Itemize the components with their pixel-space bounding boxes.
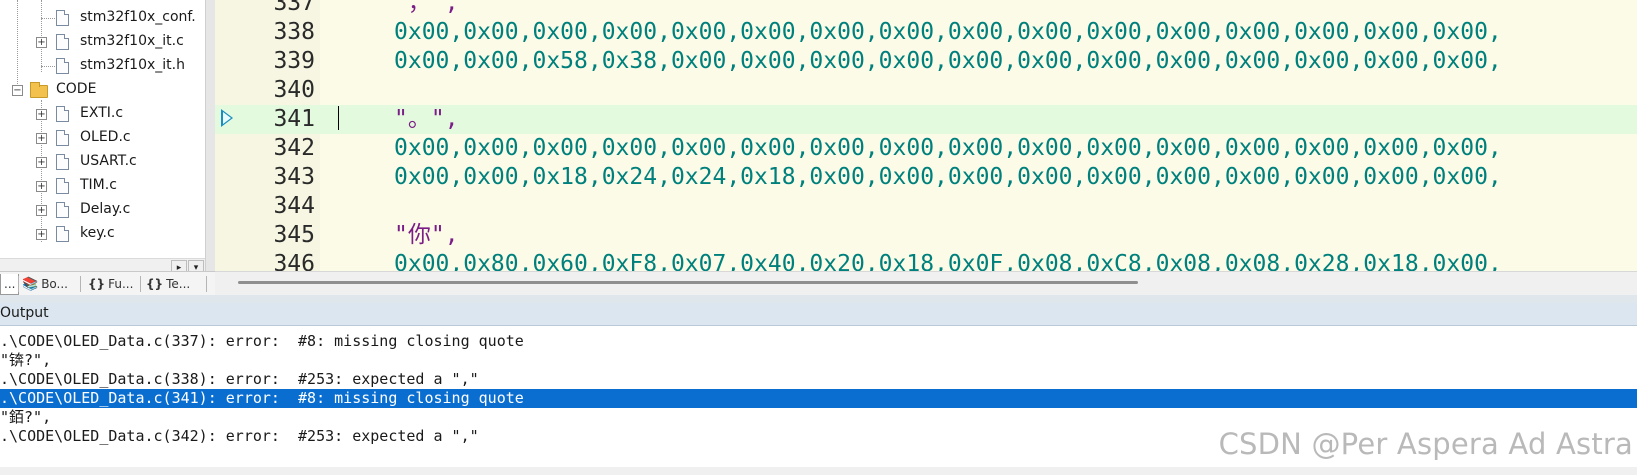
tree-item-label: stm32f10x_it.c xyxy=(80,33,184,49)
line-number: 341 xyxy=(273,106,315,132)
tab-label: Fu... xyxy=(108,277,134,291)
file-icon xyxy=(56,154,69,170)
expand-icon[interactable]: + xyxy=(36,229,47,240)
tree-item-label: CODE xyxy=(56,81,97,97)
current-line-marker-icon xyxy=(221,109,233,127)
tab-functions[interactable]: {} Fu... xyxy=(88,274,133,294)
expand-icon[interactable]: + xyxy=(36,109,47,120)
code-text: 0x00,0x80,0x60,0xF8,0x07,0x40,0x20,0x18,… xyxy=(394,251,1502,271)
tab-books[interactable]: 📚 Bo... xyxy=(22,274,68,294)
code-text: 0x00,0x00,0x18,0x24,0x24,0x18,0x00,0x00,… xyxy=(394,164,1502,190)
output-panel-footer xyxy=(0,467,1637,475)
collapse-icon[interactable]: − xyxy=(12,85,23,96)
tab-label: Bo... xyxy=(41,277,68,291)
line-number: 346 xyxy=(273,251,315,271)
folder-icon xyxy=(30,82,48,98)
tree-guide-line xyxy=(41,0,42,72)
tab-label: ... xyxy=(4,277,16,291)
code-line[interactable]: 344 xyxy=(215,192,1637,221)
tree-item-label: stm32f10x_it.h xyxy=(80,57,185,73)
tab-label: Te... xyxy=(166,277,191,291)
output-title: Output xyxy=(0,305,49,321)
code-editor[interactable]: 337 "，", 338 0x00,0x00,0x00,0x00,0x00,0x00,… xyxy=(215,0,1637,271)
line-number: 345 xyxy=(273,222,315,248)
tree-guide-line xyxy=(41,100,42,242)
output-line[interactable]: .\CODE\OLED_Data.c(341): error: #8: miss… xyxy=(0,389,1637,408)
line-number: 342 xyxy=(273,135,315,161)
tab-templates[interactable]: {} Te... xyxy=(146,274,190,294)
code-line[interactable]: 342 0x00,0x00,0x00,0x00,0x00,0x00,0x00,0x… xyxy=(215,134,1637,163)
file-icon xyxy=(56,130,69,146)
output-line[interactable]: .\CODE\OLED_Data.c(337): error: #8: miss… xyxy=(0,332,1637,351)
code-line[interactable]: 343 0x00,0x00,0x18,0x24,0x24,0x18,0x00,0x… xyxy=(215,163,1637,192)
line-number: 343 xyxy=(273,164,315,190)
tree-item-label: stm32f10x_conf. xyxy=(80,9,196,25)
project-tree: stm32f10x_conf. + stm32f10x_it.c stm32f1… xyxy=(0,0,215,282)
expand-icon[interactable]: + xyxy=(36,205,47,216)
line-number: 337 xyxy=(273,0,315,16)
file-icon xyxy=(56,106,69,122)
books-icon: 📚 xyxy=(22,276,39,292)
code-text: 0x00,0x00,0x00,0x00,0x00,0x00,0x00,0x00,… xyxy=(394,19,1502,45)
line-number: 338 xyxy=(273,19,315,45)
editor-horizontal-scrollbar[interactable] xyxy=(215,271,1637,296)
tree-item-label: EXTI.c xyxy=(80,105,124,121)
code-text: 0x00,0x00,0x58,0x38,0x00,0x00,0x00,0x00,… xyxy=(394,48,1502,74)
code-text: 0x00,0x00,0x00,0x00,0x00,0x00,0x00,0x00,… xyxy=(394,135,1502,161)
tree-guide-line xyxy=(17,0,18,92)
expand-icon[interactable]: + xyxy=(36,133,47,144)
code-text: "你", xyxy=(394,222,459,248)
code-line[interactable]: 346 0x00,0x80,0x60,0xF8,0x07,0x40,0x20,0x… xyxy=(215,250,1637,271)
output-splitter[interactable] xyxy=(0,295,1637,303)
watermark: CSDN @Per Aspera Ad Astra xyxy=(1218,427,1633,461)
output-line[interactable]: .\CODE\OLED_Data.c(338): error: #253: ex… xyxy=(0,370,1637,389)
file-icon xyxy=(56,34,69,50)
tab-project[interactable]: ... xyxy=(0,274,20,295)
tree-item-label: key.c xyxy=(80,225,115,241)
expand-icon[interactable]: + xyxy=(36,181,47,192)
functions-icon: {} xyxy=(88,277,106,291)
tree-item-label: USART.c xyxy=(80,153,137,169)
text-cursor xyxy=(338,106,339,130)
expand-icon[interactable]: + xyxy=(36,157,47,168)
file-icon xyxy=(56,178,69,194)
code-line[interactable]: 337 "，", xyxy=(215,0,1637,18)
file-icon xyxy=(56,10,69,26)
code-text: "。", xyxy=(394,106,459,132)
output-line[interactable]: "锛?", xyxy=(0,351,1637,370)
line-number: 340 xyxy=(273,77,315,103)
file-icon xyxy=(56,226,69,242)
output-line[interactable]: "銆?", xyxy=(0,408,1637,427)
code-text: "，", xyxy=(394,0,459,16)
file-icon xyxy=(56,202,69,218)
scrollbar-thumb[interactable] xyxy=(238,281,1138,284)
tree-item-label: TIM.c xyxy=(80,177,117,193)
tree-item-label: OLED.c xyxy=(80,129,131,145)
templates-icon: {} xyxy=(146,277,164,291)
expand-icon[interactable]: + xyxy=(36,37,47,48)
code-line[interactable]: 338 0x00,0x00,0x00,0x00,0x00,0x00,0x00,0x… xyxy=(215,18,1637,47)
line-number: 344 xyxy=(273,193,315,219)
code-line[interactable]: 339 0x00,0x00,0x58,0x38,0x00,0x00,0x00,0x… xyxy=(215,47,1637,76)
line-number: 339 xyxy=(273,48,315,74)
code-line[interactable]: 345 "你", xyxy=(215,221,1637,250)
code-line[interactable]: 341 "。", xyxy=(215,105,1637,134)
file-icon xyxy=(56,58,69,74)
output-panel-header: Output xyxy=(0,303,1637,326)
tree-item-label: Delay.c xyxy=(80,201,131,217)
panel-tab-bar: ... 📚 Bo... {} Fu... {} Te... xyxy=(0,271,215,296)
code-line[interactable]: 340 xyxy=(215,76,1637,105)
